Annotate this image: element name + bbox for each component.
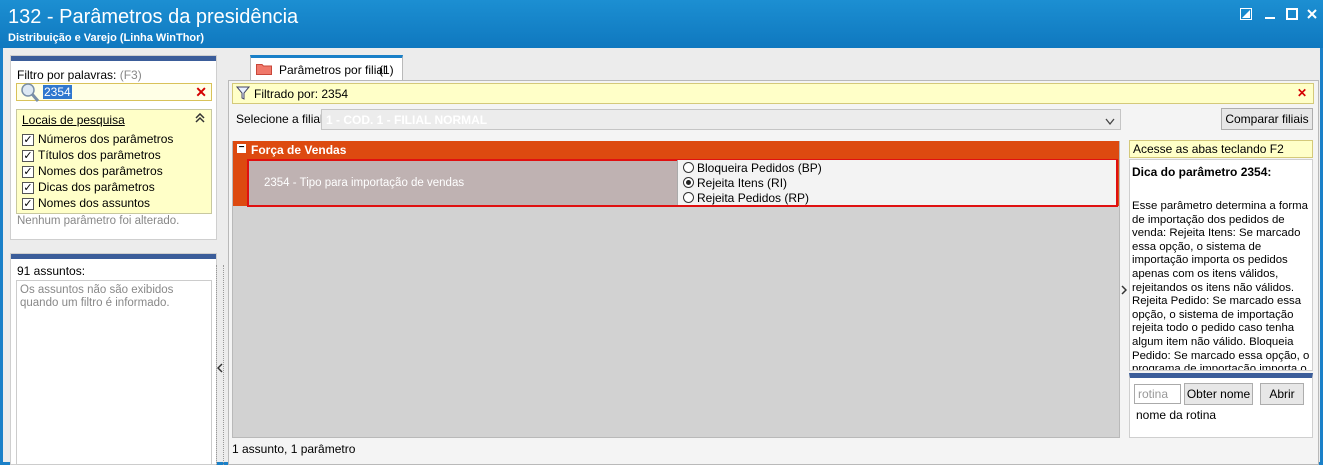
parameter-tip-panel: Dica do parâmetro 2354: Esse parâmetro d… bbox=[1129, 159, 1313, 371]
filial-select[interactable]: 1 - COD. 1 - FILIAL NORMAL bbox=[321, 109, 1121, 130]
collapse-group-icon[interactable]: − bbox=[237, 143, 246, 153]
edit-window-icon[interactable] bbox=[1236, 6, 1256, 24]
clear-filter-icon[interactable]: ✕ bbox=[195, 84, 207, 101]
chevron-left-icon[interactable] bbox=[217, 363, 223, 373]
panel-header-bar bbox=[11, 56, 216, 61]
panel-header-bar bbox=[11, 254, 216, 259]
window-subtitle: Distribuição e Varejo (Linha WinThor) bbox=[8, 32, 205, 44]
tip-text: Esse parâmetro determina a forma de impo… bbox=[1132, 200, 1310, 370]
tip-title: Dica do parâmetro 2354: bbox=[1132, 165, 1272, 179]
search-locations-title: Locais de pesquisa bbox=[22, 113, 125, 127]
group-header[interactable]: − Força de Vendas bbox=[233, 141, 1119, 158]
filter-label-text: Filtro por palavras: bbox=[17, 68, 117, 82]
checkbox-icon[interactable]: ✓ bbox=[22, 198, 34, 210]
filial-value: 1 - COD. 1 - FILIAL NORMAL bbox=[326, 113, 488, 127]
radio-icon[interactable] bbox=[683, 192, 694, 203]
funnel-icon bbox=[235, 86, 251, 103]
side-panel-toggle[interactable] bbox=[1120, 245, 1128, 335]
search-location-label: Números dos parâmetros bbox=[38, 132, 174, 146]
hint-box: Acesse as abas teclando F2 bbox=[1129, 140, 1313, 158]
filtered-by-text: Filtrado por: 2354 bbox=[254, 87, 349, 101]
radio-option[interactable]: Rejeita Itens (RI) bbox=[678, 176, 878, 190]
radio-icon[interactable] bbox=[683, 162, 694, 173]
rotina-name-label: nome da rotina bbox=[1136, 408, 1217, 422]
maximize-icon[interactable] bbox=[1282, 6, 1302, 24]
radio-option[interactable]: Rejeita Pedidos (RP) bbox=[678, 191, 878, 205]
radio-option[interactable]: Bloqueira Pedidos (BP) bbox=[678, 161, 878, 175]
checkbox-icon[interactable]: ✓ bbox=[22, 166, 34, 178]
radio-label: Rejeita Pedidos (RP) bbox=[697, 191, 810, 205]
title-bar: 132 - Parâmetros da presidência Distribu… bbox=[0, 0, 1323, 48]
close-icon[interactable] bbox=[1302, 6, 1322, 24]
filter-bar: Filtrado por: 2354 ✕ bbox=[232, 83, 1314, 104]
parameter-options: Bloqueira Pedidos (BP) Rejeita Itens (RI… bbox=[677, 160, 1116, 205]
filter-label: Filtro por palavras: (F3) bbox=[17, 68, 142, 82]
minimize-icon[interactable] bbox=[1260, 6, 1280, 24]
search-location-label: Títulos dos parâmetros bbox=[38, 148, 161, 162]
subjects-panel: 91 assuntos: Os assuntos não são exibido… bbox=[10, 253, 217, 465]
search-location-label: Nomes dos parâmetros bbox=[38, 164, 163, 178]
obter-nome-button[interactable]: Obter nome bbox=[1184, 383, 1253, 405]
tab-label: Parâmetros por filial bbox=[279, 63, 386, 77]
radio-label: Rejeita Itens (RI) bbox=[697, 176, 788, 190]
window-title: 132 - Parâmetros da presidência bbox=[8, 6, 299, 28]
radio-label: Bloqueira Pedidos (BP) bbox=[697, 161, 822, 175]
subjects-info: Os assuntos não são exibidos quando um f… bbox=[20, 284, 174, 309]
abrir-button[interactable]: Abrir bbox=[1260, 383, 1304, 405]
folder-icon bbox=[256, 62, 272, 78]
checkbox-icon[interactable]: ✓ bbox=[22, 150, 34, 162]
chevron-right-icon[interactable] bbox=[1121, 285, 1127, 295]
search-location-label: Nomes dos assuntos bbox=[38, 196, 151, 210]
tab-count: (1) bbox=[379, 63, 394, 77]
search-location-label: Dicas dos parâmetros bbox=[38, 180, 155, 194]
chevron-down-icon[interactable] bbox=[1105, 115, 1115, 129]
group-title: Força de Vendas bbox=[251, 143, 347, 157]
checkbox-icon[interactable]: ✓ bbox=[22, 134, 34, 146]
radio-selected-icon[interactable] bbox=[683, 177, 694, 188]
search-input[interactable]: 2354 ✕ bbox=[16, 83, 212, 102]
close-filter-icon[interactable]: ✕ bbox=[1297, 86, 1307, 100]
parameter-label: 2354 - Tipo para importação de vendas bbox=[264, 177, 465, 189]
tab-parametros-por-filial[interactable]: Parâmetros por filial (1) bbox=[250, 55, 403, 81]
status-bottom: 1 assunto, 1 parâmetro bbox=[232, 442, 356, 456]
rotina-input[interactable]: rotina bbox=[1134, 384, 1181, 404]
filter-shortcut: (F3) bbox=[119, 68, 142, 82]
search-locations-box: Locais de pesquisa ✓ Números dos parâmet… bbox=[16, 109, 212, 214]
search-input-value: 2354 bbox=[43, 85, 72, 99]
checkbox-icon[interactable]: ✓ bbox=[22, 182, 34, 194]
subjects-list[interactable]: Os assuntos não são exibidos quando um f… bbox=[16, 280, 212, 465]
compare-filiais-button[interactable]: Comparar filiais bbox=[1221, 108, 1313, 130]
subjects-count: 91 assuntos: bbox=[17, 264, 86, 278]
search-icon bbox=[19, 81, 41, 106]
collapse-chevron-icon[interactable] bbox=[195, 112, 205, 126]
filial-label: Selecione a filial: bbox=[236, 112, 327, 126]
status-left: Nenhum parâmetro foi alterado. bbox=[17, 215, 180, 227]
panel-splitter[interactable] bbox=[216, 265, 224, 465]
